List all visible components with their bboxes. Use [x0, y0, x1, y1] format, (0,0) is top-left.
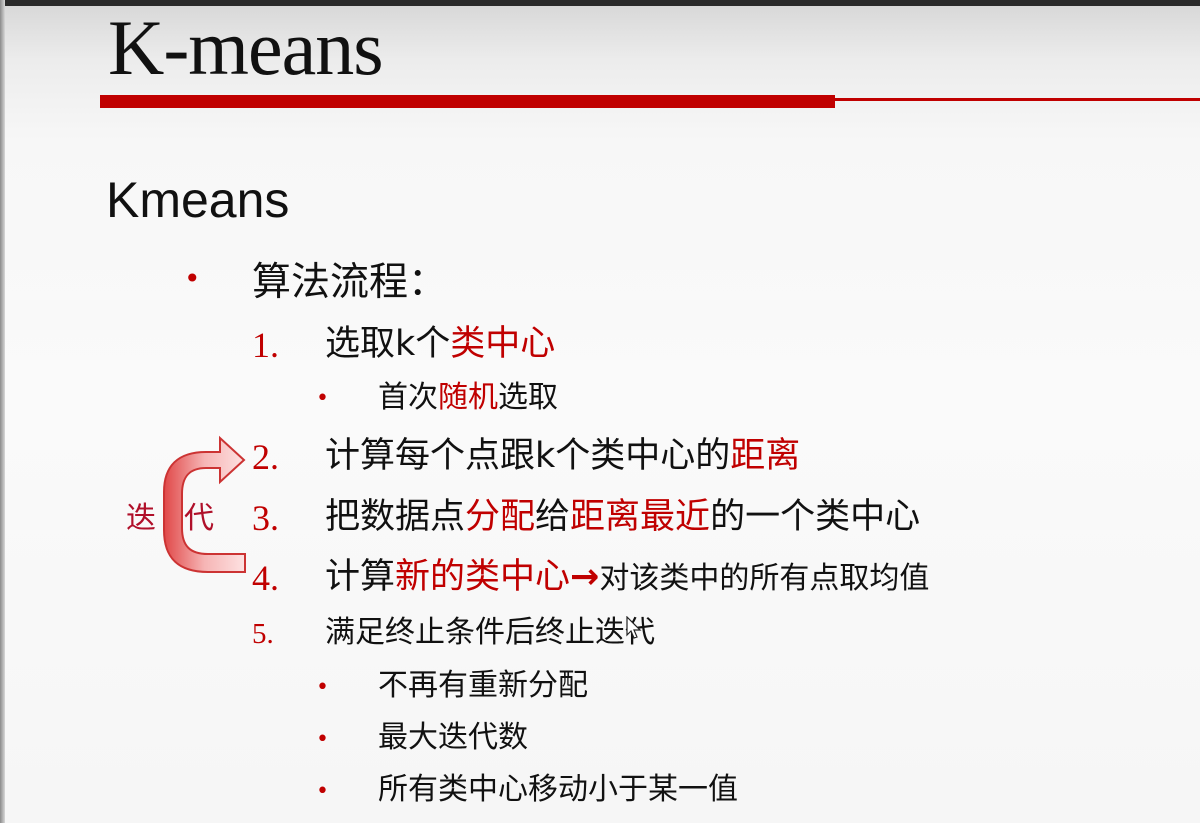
- step-1-sub: 首次随机选取: [378, 378, 558, 418]
- stop-condition-2: 最大迭代数: [378, 720, 528, 755]
- step-4-highlight: 新的类中心: [395, 557, 571, 597]
- loop-label-char-1: 迭: [126, 501, 156, 536]
- step-4-text-a: 计算: [325, 557, 396, 597]
- step-4-text-b: 对该类中的所有点取均值: [599, 561, 930, 596]
- step-number-1: 1.: [252, 325, 279, 365]
- slide-title: K-means: [108, 4, 384, 91]
- step-3-highlight-b: 距离最近: [570, 497, 711, 537]
- section-heading: Kmeans: [106, 172, 290, 228]
- algorithm-flow-label: 算法流程：: [252, 260, 448, 305]
- step-3-text-a: 把数据点: [325, 497, 466, 537]
- stop-condition-3: 所有类中心移动小于某一值: [378, 772, 738, 807]
- step-2: 计算每个点跟k个类中心的距离: [325, 432, 800, 480]
- step-number-2: 2.: [252, 437, 279, 477]
- step-1-highlight: 类中心: [450, 324, 556, 364]
- step-1-sub-highlight: 随机: [438, 380, 498, 415]
- loop-label-char-2: 代: [184, 501, 214, 536]
- step-1-sub-text: 首次: [378, 380, 438, 415]
- bullet-icon: •: [316, 727, 329, 752]
- right-arrow-icon: →: [570, 557, 600, 597]
- bullet-icon: •: [184, 262, 201, 295]
- step-2-text: 计算每个点跟k个类中心的: [325, 436, 731, 476]
- step-3: 把数据点分配给距离最近的一个类中心: [325, 493, 920, 541]
- step-4: 计算新的类中心→对该类中的所有点取均值: [325, 553, 929, 603]
- step-number-4: 4.: [252, 558, 279, 598]
- step-1-text: 选取k个: [325, 324, 451, 364]
- step-3-text-b: 给: [535, 497, 571, 537]
- stop-condition-1: 不再有重新分配: [378, 668, 588, 703]
- step-3-highlight-a: 分配: [465, 497, 536, 537]
- title-underline-thick: [100, 95, 835, 108]
- bullet-icon: •: [316, 779, 329, 804]
- step-number-5: 5.: [252, 618, 274, 650]
- step-1-sub-text-end: 选取: [498, 380, 558, 415]
- step-1: 选取k个类中心: [325, 320, 555, 368]
- left-edge-shadow: [0, 0, 5, 823]
- step-2-highlight: 距离: [730, 436, 801, 476]
- mouse-pointer-icon: [626, 616, 642, 639]
- step-5: 满足终止条件后终止迭代: [325, 615, 655, 650]
- step-3-text-c: 的一个类中心: [710, 497, 921, 537]
- bullet-icon: •: [316, 386, 329, 411]
- bullet-icon: •: [316, 675, 329, 700]
- step-number-3: 3.: [252, 498, 279, 538]
- title-underline-thin: [835, 98, 1200, 101]
